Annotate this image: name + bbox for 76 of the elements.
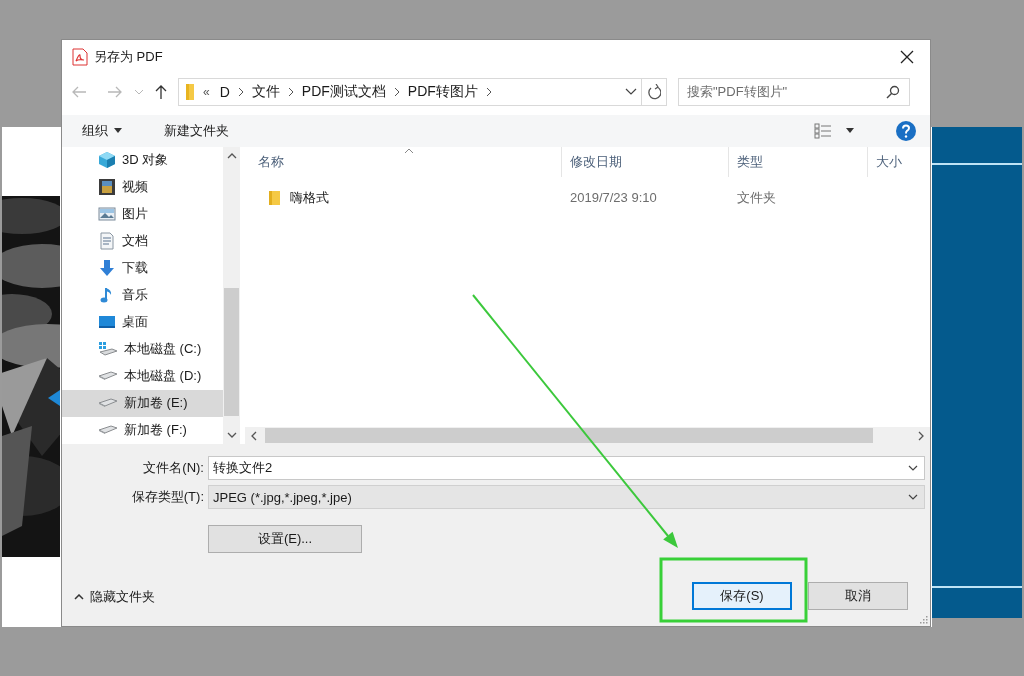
organize-menu[interactable]: 组织 bbox=[76, 118, 128, 143]
chevron-down-icon bbox=[908, 494, 918, 501]
down-arrow-icon bbox=[98, 259, 116, 278]
breadcrumb[interactable]: 文件 bbox=[249, 82, 282, 101]
chevron-down-icon bbox=[908, 465, 918, 472]
breadcrumb[interactable]: PDF测试文档 bbox=[299, 82, 388, 101]
address-bar[interactable]: « D 文件 PDF测试文档 PDF转图片 bbox=[178, 77, 642, 106]
column-header[interactable]: 类型 bbox=[729, 146, 868, 177]
field-label: 文件名(N): bbox=[142, 459, 205, 478]
caret-icon bbox=[846, 128, 854, 134]
chevron-right-icon bbox=[485, 86, 492, 97]
nav-item[interactable]: 3D 对象 bbox=[62, 146, 223, 174]
column-header[interactable]: 修改日期 bbox=[562, 146, 729, 177]
nav-item[interactable]: 音乐 bbox=[62, 281, 223, 309]
refresh-icon bbox=[647, 83, 661, 100]
chevron-up-icon bbox=[226, 152, 237, 159]
scrollbar[interactable] bbox=[245, 427, 930, 445]
column-header[interactable]: 大小 bbox=[868, 146, 930, 177]
drive-icon bbox=[98, 398, 118, 409]
refresh-button[interactable] bbox=[642, 77, 667, 106]
scrollbar[interactable] bbox=[223, 146, 240, 445]
close-icon bbox=[900, 50, 914, 65]
resize-grip-icon bbox=[918, 614, 928, 624]
chevron-right-icon bbox=[918, 430, 924, 441]
chevron-down-icon bbox=[625, 87, 637, 96]
up-arrow-icon bbox=[155, 83, 167, 100]
chevron-right-icon bbox=[237, 86, 244, 97]
drive-icon bbox=[98, 425, 118, 436]
list-view-icon bbox=[814, 122, 832, 139]
folder-icon bbox=[268, 189, 282, 206]
save-button[interactable]: 保存(S) bbox=[692, 582, 792, 611]
table-cell-text: 文件夹 bbox=[736, 188, 777, 207]
new-folder-button[interactable]: 新建文件夹 bbox=[158, 118, 235, 143]
nav-item[interactable]: 图片 bbox=[62, 200, 223, 228]
left-arrow-icon bbox=[71, 85, 87, 98]
field-label: 保存类型(T): bbox=[130, 488, 205, 507]
chevron-left-icon bbox=[251, 430, 257, 441]
file-type-dropdown[interactable]: JPEG (*.jpg,*.jpeg,*.jpe) bbox=[208, 485, 925, 510]
caret-icon bbox=[114, 128, 122, 134]
image-icon bbox=[98, 205, 116, 224]
breadcrumb[interactable]: D bbox=[217, 83, 232, 100]
folder-icon bbox=[185, 82, 195, 101]
nav-item[interactable]: 视频 bbox=[62, 173, 223, 201]
file-name[interactable]: 嗨格式 bbox=[290, 188, 329, 207]
table-cell-text: 2019/7/23 9:10 bbox=[569, 190, 658, 206]
settings-button[interactable]: 设置(E)... bbox=[208, 525, 362, 554]
chevron-down-icon bbox=[226, 432, 237, 439]
nav-item[interactable]: 下载 bbox=[62, 254, 223, 282]
nav-item[interactable]: 文档 bbox=[62, 227, 223, 255]
document-icon bbox=[98, 232, 116, 251]
nav-item[interactable]: 新加卷 (F:) bbox=[62, 416, 223, 444]
column-header[interactable]: 名称 bbox=[250, 146, 562, 177]
pdf-document-icon bbox=[72, 48, 88, 67]
nav-item[interactable]: 本地磁盘 (D:) bbox=[62, 362, 223, 390]
chevron-right-icon bbox=[287, 86, 294, 97]
search-icon bbox=[886, 84, 900, 99]
drive-icon bbox=[98, 340, 118, 359]
film-icon bbox=[98, 178, 116, 197]
sort-caret-icon bbox=[403, 147, 414, 154]
cube-icon bbox=[98, 151, 116, 170]
cancel-button[interactable]: 取消 bbox=[808, 582, 908, 611]
chevron-up-icon bbox=[74, 594, 84, 601]
chevron-right-icon bbox=[393, 86, 400, 97]
nav-item[interactable]: 本地磁盘 (C:) bbox=[62, 335, 223, 363]
breadcrumb[interactable]: PDF转图片 bbox=[405, 82, 480, 101]
help-icon bbox=[896, 120, 916, 141]
right-arrow-icon bbox=[107, 85, 123, 98]
overflow-button[interactable]: « bbox=[201, 84, 212, 99]
nav-item[interactable]: 桌面 bbox=[62, 308, 223, 336]
hide-folders-button[interactable]: 隐藏文件夹 bbox=[62, 588, 155, 607]
nav-item[interactable]: 新加卷 (E:) bbox=[62, 389, 223, 417]
window-title: 另存为 PDF bbox=[94, 48, 164, 67]
search-field[interactable]: 搜索"PDF转图片" bbox=[678, 77, 910, 106]
drive-icon bbox=[98, 371, 118, 382]
file-name-field[interactable]: 转换文件2 bbox=[208, 456, 925, 481]
chevron-down-icon bbox=[134, 88, 144, 95]
